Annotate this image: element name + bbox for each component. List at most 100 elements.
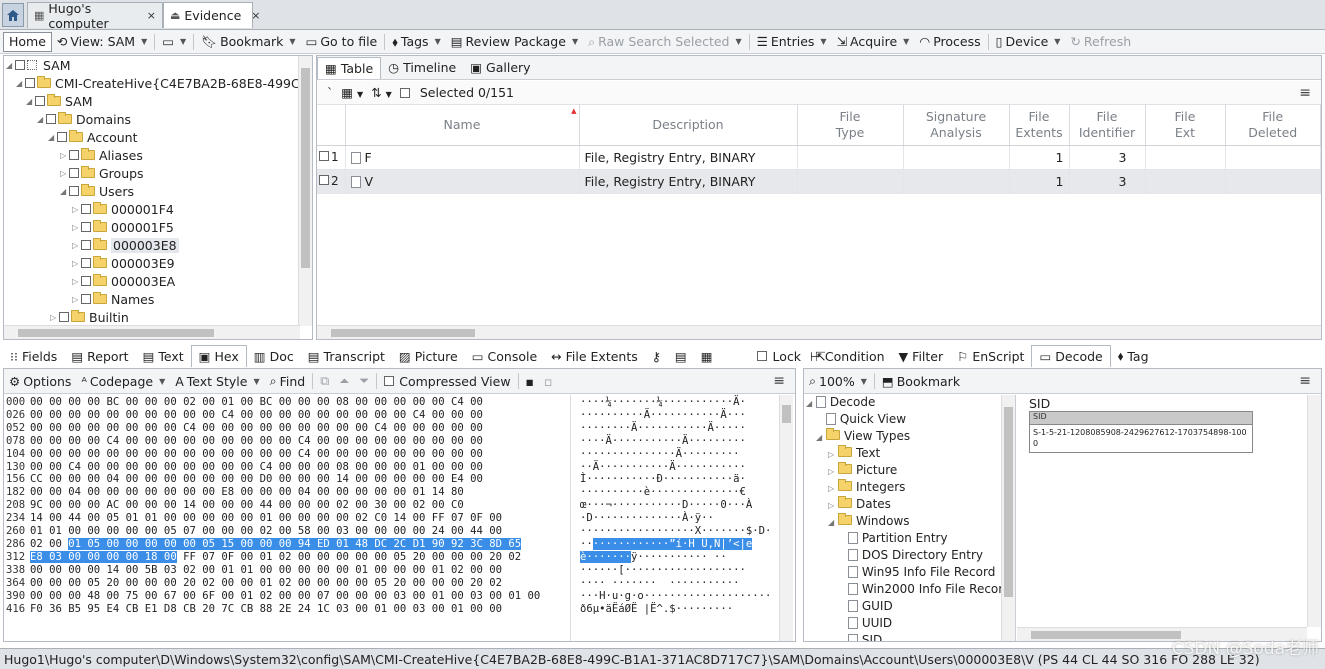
tab-report[interactable]: ▤ Report xyxy=(64,345,135,367)
tree-item[interactable]: ◢ Account xyxy=(48,128,137,146)
tree-item[interactable]: ▷ Names xyxy=(72,290,154,308)
hex-ascii-row[interactable]: ··············”í·H Ü,Ñ|’<|e xyxy=(580,537,771,551)
hex-ascii-row[interactable]: ð6µ•äËáØË |Ë^.$········· xyxy=(580,603,771,616)
hex-ascii-row[interactable]: ······[··················· xyxy=(580,564,771,577)
menu-icon[interactable]: ≡ xyxy=(1299,85,1311,101)
tab-fields[interactable]: ⁝⁝ Fields xyxy=(3,345,64,367)
tree-item[interactable]: ◢ Decode xyxy=(806,395,875,409)
compressed-view-toggle[interactable]: Compressed View xyxy=(379,370,515,392)
hex-byte-row[interactable]: 00 00 00 00 C4 00 00 00 00 00 00 00 00 0… xyxy=(30,435,540,448)
tab-console[interactable]: ▭ Console xyxy=(465,345,544,367)
find-button[interactable]: ⌕ Find xyxy=(265,370,311,392)
close-icon[interactable]: × xyxy=(251,9,260,22)
clear-button[interactable]: ▫ xyxy=(539,370,557,392)
checkbox[interactable] xyxy=(69,150,79,160)
options-button[interactable]: ⚙ Options xyxy=(4,370,76,392)
hex-byte-row[interactable]: 14 00 44 00 05 01 01 00 00 00 00 00 01 0… xyxy=(30,512,540,525)
checkbox[interactable] xyxy=(35,96,45,106)
lock-checkbox[interactable] xyxy=(756,351,767,361)
checkbox[interactable] xyxy=(81,276,91,286)
goto-file-button[interactable]: ▭ Go to file xyxy=(301,31,383,53)
tree-horizontal-scrollbar[interactable] xyxy=(4,325,300,339)
hex-byte-row[interactable]: 00 00 00 00 14 00 5B 03 02 00 01 01 00 0… xyxy=(30,564,540,577)
tree-item[interactable]: ▷ Picture xyxy=(828,462,897,477)
hex-byte-row[interactable]: 01 01 00 00 00 00 00 05 07 00 00 00 02 0… xyxy=(30,525,540,538)
save-button[interactable]: ▪ xyxy=(521,370,539,392)
down-button[interactable]: ⏷ xyxy=(354,370,374,392)
acquire-button[interactable]: ⇲ Acquire ▼ xyxy=(832,31,915,53)
tree-item-selected[interactable]: ▷ 000003E8 xyxy=(72,236,179,254)
bookmark-button[interactable]: ⬒ Bookmark xyxy=(877,370,965,392)
tree-item[interactable]: ▷ Builtin xyxy=(50,308,129,326)
scroll-thumb[interactable] xyxy=(18,329,214,337)
tree-item[interactable]: ▷ Integers xyxy=(828,479,905,494)
tab-decode[interactable]: ▭ Decode xyxy=(1031,345,1111,367)
hex-byte-row[interactable]: E8 03 00 00 00 00 18 00 FF 07 0F 00 01 0… xyxy=(30,550,540,564)
checkbox[interactable] xyxy=(69,168,79,178)
bookmark-button[interactable]: 🔖︎ Bookmark ▼ xyxy=(196,31,300,53)
tree-item[interactable]: ◢ SAM xyxy=(6,56,71,74)
checkbox[interactable] xyxy=(57,132,67,142)
column-header-file-type[interactable]: File Type xyxy=(797,105,904,146)
text-style-button[interactable]: A Text Style ▼ xyxy=(170,370,264,392)
tab-condition[interactable]: ⊢ Condition xyxy=(803,345,892,367)
hex-byte-row[interactable]: 00 00 00 05 20 00 00 00 20 02 00 00 01 0… xyxy=(30,577,540,590)
tree-item[interactable]: Partition Entry xyxy=(848,531,948,545)
checkbox[interactable] xyxy=(81,222,91,232)
hex-ascii-row[interactable]: ···H·u·g·o···················· xyxy=(580,590,771,603)
ascii-selection[interactable]: è······· xyxy=(580,550,632,563)
tab-text[interactable]: ▤ Text xyxy=(136,345,191,367)
up-button[interactable]: ⏶ xyxy=(334,370,354,392)
tree-item[interactable]: ▷ Groups xyxy=(60,164,144,182)
scroll-thumb[interactable] xyxy=(782,405,791,423)
tab-filter[interactable]: ▼ Filter xyxy=(892,345,951,367)
ascii-selection[interactable]: ············”í·H Ü,Ñ|’<|e xyxy=(592,537,753,550)
tree-item[interactable]: Quick View xyxy=(826,412,906,426)
decode-tree-scrollbar[interactable] xyxy=(1001,395,1015,641)
checkbox[interactable] xyxy=(27,60,37,70)
checkbox[interactable] xyxy=(46,114,56,124)
checkbox[interactable] xyxy=(81,240,91,250)
hex-ascii-row[interactable]: Ì···········Ð···········ä· xyxy=(580,473,771,486)
tree-item[interactable]: ▷ Text xyxy=(828,445,880,460)
hex-ascii-row[interactable]: ··········Ä···········Ä··· xyxy=(580,409,771,422)
table-horizontal-scrollbar[interactable] xyxy=(317,325,1321,339)
hex-ascii-row[interactable]: ···· ······· ··········· xyxy=(580,577,771,590)
raw-search-selected-button[interactable]: ⌕ Raw Search Selected ▼ xyxy=(583,31,747,53)
column-header-file-extents[interactable]: File Extents xyxy=(1009,105,1070,146)
tree-item[interactable]: ▷ 000003EA xyxy=(72,272,175,290)
columns-icon[interactable]: ▦ ▼ xyxy=(341,85,363,100)
codepage-button[interactable]: ᴬ Codepage ▼ xyxy=(76,370,170,392)
tree-item[interactable]: ◢ View Types xyxy=(816,428,910,443)
menu-icon[interactable]: ≡ xyxy=(1299,373,1311,389)
hex-byte-row[interactable]: 00 00 C4 00 00 00 00 00 00 00 00 00 C4 0… xyxy=(30,461,540,474)
hex-ascii-row[interactable]: ·D··············À·ÿ·· xyxy=(580,512,771,525)
scroll-thumb[interactable] xyxy=(1031,631,1181,639)
tab-tag[interactable]: ⬧ Tag xyxy=(1111,345,1156,367)
tab-file-extents[interactable]: ↔ File Extents xyxy=(544,345,645,367)
tree-item[interactable]: UUID xyxy=(848,616,892,630)
checkbox[interactable] xyxy=(15,60,25,70)
column-header-description[interactable]: Description xyxy=(579,105,798,146)
hex-byte-row[interactable]: 00 00 00 00 BC 00 00 00 02 00 01 00 BC 0… xyxy=(30,396,540,409)
checkbox[interactable] xyxy=(25,78,35,88)
column-header-file-ext[interactable]: File Ext xyxy=(1145,105,1226,146)
column-header-file-deleted[interactable]: File Deleted xyxy=(1225,105,1321,146)
hex-byte-row[interactable]: F0 36 B5 95 E4 CB E1 D8 CB 20 7C CB 88 2… xyxy=(30,603,540,616)
refresh-button[interactable]: ↻ Refresh xyxy=(1065,31,1136,53)
process-button[interactable]: ◠ Process xyxy=(914,31,985,53)
hex-byte-row[interactable]: 9C 00 00 00 AC 00 00 00 14 00 00 00 44 0… xyxy=(30,499,540,512)
tree-item[interactable]: ◢ CMI-CreateHive{C4E7BA2B-68E8-499C-B1A xyxy=(16,74,312,92)
decode-result-vscroll[interactable] xyxy=(1307,395,1321,627)
home-icon[interactable] xyxy=(2,3,24,27)
scroll-thumb[interactable] xyxy=(331,329,475,337)
zoom-dropdown[interactable]: ⌕ 100% ▼ xyxy=(804,370,872,392)
tree-item[interactable]: ▷ Aliases xyxy=(60,146,143,164)
tab-hex[interactable]: ▣ Hex xyxy=(190,345,247,367)
tree-item[interactable]: ◢ SAM xyxy=(26,92,93,110)
tab-timeline[interactable]: ◷ Timeline xyxy=(381,57,463,79)
view-dropdown[interactable]: ⟲ View: SAM ▼ xyxy=(52,31,152,53)
tab-attributes[interactable]: ▤ xyxy=(668,345,694,367)
sort-icon[interactable]: ⇅ ▼ xyxy=(371,85,392,100)
tree-item[interactable]: DOS Directory Entry xyxy=(848,548,983,562)
